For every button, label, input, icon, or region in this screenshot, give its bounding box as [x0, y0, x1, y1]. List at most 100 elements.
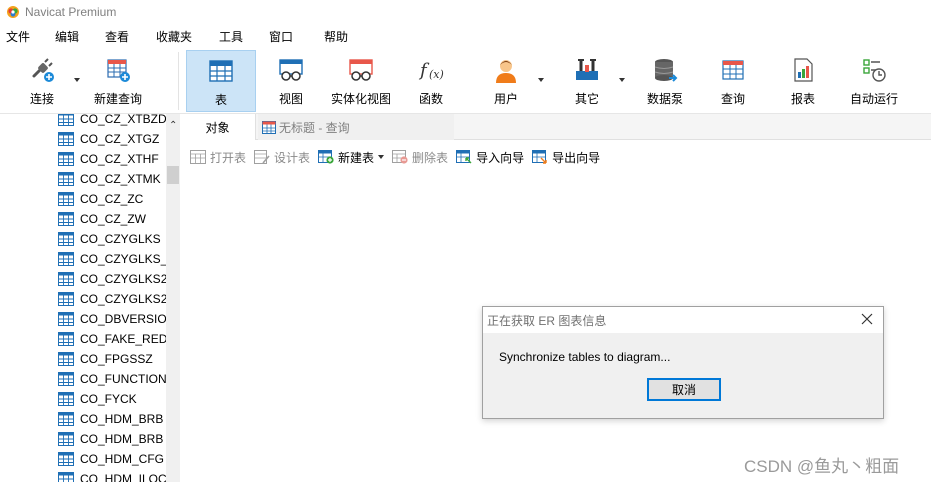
- tab-objects[interactable]: 对象: [180, 114, 256, 140]
- tree-item-label: CO_HDM_BRB: [80, 432, 164, 446]
- table-icon: [58, 472, 74, 482]
- new-table-button[interactable]: 新建表: [318, 149, 385, 166]
- tree-item-table[interactable]: CO_HDM_BRB: [58, 409, 166, 429]
- user-button[interactable]: 用户: [482, 50, 530, 112]
- tree-item-label: CO_CZ_XTBZD: [80, 114, 166, 126]
- open-table-label: 打开表: [210, 150, 247, 165]
- auto-run-label: 自动运行: [849, 92, 898, 106]
- design-table-button[interactable]: 设计表: [254, 149, 310, 166]
- delete-table-icon: [392, 150, 408, 164]
- tree-item-label: CO_DBVERSIO: [80, 312, 166, 326]
- delete-table-button[interactable]: 删除表: [392, 149, 448, 166]
- tree-scrollbar[interactable]: ⌃: [166, 114, 180, 482]
- view-button[interactable]: 视图: [266, 50, 316, 112]
- tab-untitled-query[interactable]: 无标题 - 查询: [258, 114, 454, 140]
- user-dropdown-arrow[interactable]: [538, 78, 544, 82]
- tree-item-table[interactable]: CO_HDM_CFG: [58, 449, 166, 469]
- table-button[interactable]: 表: [186, 50, 256, 112]
- design-table-icon: [254, 150, 270, 164]
- menu-window[interactable]: 窗口: [269, 28, 293, 45]
- tree-item-table[interactable]: CO_FYCK: [58, 389, 166, 409]
- tree-item-table[interactable]: CO_HDM_BRB: [58, 429, 166, 449]
- query-button[interactable]: 查询: [710, 50, 756, 112]
- function-button[interactable]: f (x) 函数: [406, 50, 456, 112]
- scroll-up-icon[interactable]: ⌃: [169, 120, 177, 131]
- tree-item-table[interactable]: CO_CZ_ZW: [58, 209, 166, 229]
- table-icon: [209, 60, 233, 82]
- tab-query-label: 无标题 - 查询: [279, 120, 350, 135]
- new-table-dropdown-arrow[interactable]: [378, 155, 385, 159]
- tree-item-label: CO_CZ_XTHF: [80, 152, 159, 166]
- tree-item-label: CO_CZYGLKS: [80, 232, 161, 246]
- database-icon: [654, 59, 678, 82]
- tree-item-table[interactable]: CO_FPGSSZ: [58, 349, 166, 369]
- watermark: CSDN @鱼丸丶粗面: [744, 457, 900, 476]
- tree-item-label: CO_CZ_ZW: [80, 212, 146, 226]
- export-wizard-button[interactable]: 导出向导: [532, 149, 600, 166]
- tree-item-table[interactable]: CO_CZYGLKS2: [58, 289, 166, 309]
- new-query-label: 新建查询: [93, 92, 142, 106]
- table-icon: [58, 272, 74, 286]
- tree-item-label: CO_HDM_ILOC: [80, 472, 166, 482]
- tree-item-table[interactable]: CO_CZYGLKS2: [58, 269, 166, 289]
- tree-item-label: CO_CZ_XTMK: [80, 172, 161, 186]
- new-table-icon: [318, 150, 334, 164]
- tree-item-table[interactable]: CO_DBVERSIO: [58, 309, 166, 329]
- report-label: 报表: [790, 92, 815, 106]
- export-icon: [532, 150, 547, 164]
- new-table-label: 新建表: [338, 150, 375, 165]
- scrollbar-thumb[interactable]: [167, 166, 179, 184]
- table-icon: [58, 332, 74, 346]
- tree-item-label: CO_CZYGLKS_I: [80, 252, 166, 266]
- plug-icon: [32, 58, 54, 82]
- tree-item-table[interactable]: CO_CZYGLKS: [58, 229, 166, 249]
- tree-item-table[interactable]: CO_CZYGLKS_I: [58, 249, 166, 269]
- other-dropdown-arrow[interactable]: [619, 78, 625, 82]
- tree-item-table[interactable]: CO_FAKE_RED: [58, 329, 166, 349]
- cancel-button[interactable]: 取消: [647, 378, 721, 401]
- close-icon[interactable]: [859, 311, 875, 327]
- function-label: 函数: [418, 92, 443, 106]
- main-toolbar: 连接 新建查询 表 视图 实体化视图 f (x) 函数 用户 其它 数据泵 查询…: [0, 48, 931, 114]
- er-progress-dialog: 正在获取 ER 图表信息 Synchronize tables to diagr…: [482, 306, 884, 419]
- menu-tools[interactable]: 工具: [219, 28, 243, 45]
- connect-dropdown-arrow[interactable]: [74, 78, 80, 82]
- tree-item-table[interactable]: CO_HDM_ILOC: [58, 469, 166, 482]
- tree-item-label: CO_HDM_BRB: [80, 412, 164, 426]
- auto-run-button[interactable]: 自动运行: [846, 50, 902, 112]
- svg-text:(x): (x): [429, 68, 444, 81]
- tree-item-table[interactable]: CO_FUNCTION: [58, 369, 166, 389]
- view-icon: [279, 59, 303, 81]
- tree-item-table[interactable]: CO_CZ_XTBZD: [58, 114, 166, 129]
- table-icon: [58, 132, 74, 146]
- object-tree: CO_CZ_XTBZD CO_CZ_XTGZ CO_CZ_XTHF CO_CZ_…: [0, 114, 166, 482]
- menu-file[interactable]: 文件: [6, 28, 30, 45]
- tree-item-table[interactable]: CO_CZ_XTHF: [58, 149, 166, 169]
- menu-help[interactable]: 帮助: [324, 28, 348, 45]
- table-icon: [58, 152, 74, 166]
- user-label: 用户: [493, 92, 518, 106]
- table-icon: [58, 452, 74, 466]
- menu-view[interactable]: 查看: [105, 28, 129, 45]
- connect-button[interactable]: 连接: [14, 50, 70, 112]
- menu-edit[interactable]: 编辑: [55, 28, 79, 45]
- tree-item-label: CO_CZYGLKS2: [80, 272, 166, 286]
- tree-item-label: CO_FAKE_RED: [80, 332, 166, 346]
- table-icon: [58, 352, 74, 366]
- materialized-view-button[interactable]: 实体化视图: [328, 50, 394, 112]
- other-button[interactable]: 其它: [562, 50, 612, 112]
- tree-item-table[interactable]: CO_CZ_XTGZ: [58, 129, 166, 149]
- tree-item-table[interactable]: CO_CZ_XTMK: [58, 169, 166, 189]
- new-query-button[interactable]: 新建查询: [88, 50, 148, 112]
- report-button[interactable]: 报表: [780, 50, 826, 112]
- object-toolbar: 打开表 设计表 新建表 删除表 导入向导 导出向导: [180, 144, 931, 170]
- open-table-button[interactable]: 打开表: [190, 149, 246, 166]
- dialog-title-bar: 正在获取 ER 图表信息: [483, 307, 883, 333]
- tree-item-table[interactable]: CO_CZ_ZC: [58, 189, 166, 209]
- data-pump-button[interactable]: 数据泵: [640, 50, 690, 112]
- menu-favorites[interactable]: 收藏夹: [156, 28, 192, 45]
- table-icon: [58, 292, 74, 306]
- tree-item-label: CO_FYCK: [80, 392, 137, 406]
- import-wizard-button[interactable]: 导入向导: [456, 149, 524, 166]
- tree-item-label: CO_HDM_CFG: [80, 452, 165, 466]
